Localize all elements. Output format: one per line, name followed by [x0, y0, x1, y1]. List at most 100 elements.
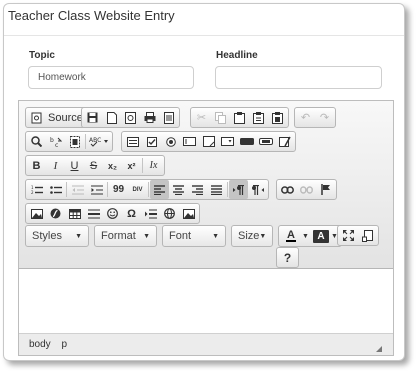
links-group	[276, 179, 337, 200]
underline-button[interactable]: U	[65, 156, 84, 175]
button-icon[interactable]	[237, 132, 256, 151]
document-group: Source	[25, 107, 89, 128]
italic-button[interactable]: I	[46, 156, 65, 175]
image-button-icon[interactable]	[256, 132, 275, 151]
remove-format-button[interactable]: Ix	[144, 156, 163, 175]
paste-text-icon[interactable]	[249, 108, 268, 127]
headline-input[interactable]	[215, 66, 382, 89]
styles-dropdown-label: Styles	[32, 230, 62, 242]
svg-text:c: c	[55, 142, 58, 148]
size-dropdown[interactable]: Size ▼	[231, 225, 273, 247]
tools-group	[337, 225, 379, 246]
colors-group: A ▼ A ▼	[278, 225, 342, 247]
font-dropdown[interactable]: Font ▼	[162, 225, 226, 247]
subscript-button[interactable]: x₂	[103, 156, 122, 175]
chevron-down-icon: ▼	[259, 232, 267, 240]
help-button[interactable]: ?	[278, 248, 297, 267]
flash-icon[interactable]	[46, 204, 65, 223]
link-icon[interactable]	[278, 180, 297, 199]
iframe-icon[interactable]	[160, 204, 179, 223]
rtl-icon[interactable]	[248, 180, 267, 199]
find-group: bc ABC	[25, 131, 113, 152]
bulleted-list-icon[interactable]	[46, 180, 65, 199]
editor-toolbar: Source ✂ ↶ ↷ b c ABC B I U S x₂ x² Ix 1 …	[19, 101, 393, 269]
ltr-icon[interactable]	[229, 180, 248, 199]
undo-icon[interactable]: ↶	[296, 108, 315, 127]
image-icon[interactable]	[27, 204, 46, 223]
outdent-icon[interactable]	[68, 180, 87, 199]
text-color-label: A	[287, 229, 295, 241]
unlink-icon[interactable]	[297, 180, 316, 199]
numbered-list-icon[interactable]: 12	[27, 180, 46, 199]
headline-label: Headline	[216, 50, 258, 61]
radio-icon[interactable]	[161, 132, 180, 151]
align-center-icon[interactable]	[169, 180, 188, 199]
dialog-title: Teacher Class Website Entry	[4, 4, 404, 36]
paste-word-icon[interactable]	[268, 108, 287, 127]
help-group: ?	[276, 247, 299, 268]
copy-icon[interactable]	[211, 108, 230, 127]
hidden-field-icon[interactable]	[275, 132, 294, 151]
bg-color-button[interactable]: A	[312, 229, 329, 243]
table-icon[interactable]	[65, 204, 84, 223]
svg-text:2: 2	[31, 190, 34, 195]
select-all-icon[interactable]	[65, 132, 84, 151]
creatediv-button[interactable]: DIV	[128, 180, 147, 199]
textfield-icon[interactable]	[180, 132, 199, 151]
source-icon[interactable]	[27, 108, 46, 127]
topic-input[interactable]	[28, 66, 194, 89]
cut-icon[interactable]: ✂	[192, 108, 211, 127]
templates-icon[interactable]	[159, 108, 178, 127]
replace-icon[interactable]: bc	[46, 132, 65, 151]
indent-icon[interactable]	[87, 180, 106, 199]
chevron-down-icon: ▼	[143, 232, 150, 240]
element-path-p[interactable]: p	[61, 339, 67, 350]
save-icon[interactable]	[83, 108, 102, 127]
smiley-icon[interactable]	[103, 204, 122, 223]
show-blocks-icon[interactable]	[358, 226, 377, 245]
svg-text:ABC: ABC	[89, 137, 101, 144]
clipboard-group: ✂	[190, 107, 289, 128]
align-left-icon[interactable]	[150, 180, 169, 199]
spellcheck-icon[interactable]: ABC	[87, 132, 111, 151]
undo-group: ↶ ↷	[294, 107, 336, 128]
resize-handle-icon[interactable]	[376, 346, 382, 352]
preview-icon[interactable]	[121, 108, 140, 127]
checkbox-icon[interactable]	[142, 132, 161, 151]
strike-button[interactable]: S	[84, 156, 103, 175]
special-char-button[interactable]: Ω	[122, 204, 141, 223]
basic-styles-group: B I U S x₂ x² Ix	[25, 155, 165, 176]
bold-button[interactable]: B	[27, 156, 46, 175]
image-2-icon[interactable]	[179, 204, 198, 223]
format-dropdown[interactable]: Format ▼	[94, 225, 157, 247]
editor-content-area[interactable]	[19, 269, 393, 333]
justify-icon[interactable]	[207, 180, 226, 199]
svg-text:b: b	[50, 137, 54, 144]
blockquote-button[interactable]: 99	[109, 180, 128, 199]
textarea-icon[interactable]	[199, 132, 218, 151]
print-icon[interactable]	[140, 108, 159, 127]
source-button[interactable]: Source	[48, 112, 83, 124]
redo-icon[interactable]: ↷	[315, 108, 334, 127]
font-dropdown-label: Font	[169, 230, 192, 242]
editor-statusbar: body p	[19, 333, 393, 355]
maximize-icon[interactable]	[339, 226, 358, 245]
new-page-icon[interactable]	[102, 108, 121, 127]
select-icon[interactable]	[218, 132, 237, 151]
paste-icon[interactable]	[230, 108, 249, 127]
form-icon[interactable]	[123, 132, 142, 151]
find-icon[interactable]	[27, 132, 46, 151]
styles-dropdown[interactable]: Styles ▼	[25, 225, 89, 247]
entry-dialog: Teacher Class Website Entry Topic Headli…	[3, 3, 405, 361]
element-path-body[interactable]: body	[29, 339, 51, 350]
topic-label: Topic	[29, 50, 55, 61]
page-break-icon[interactable]	[141, 204, 160, 223]
superscript-button[interactable]: x²	[122, 156, 141, 175]
rich-text-editor: Source ✂ ↶ ↷ b c ABC B I U S x₂ x² Ix 1 …	[18, 100, 394, 356]
anchor-icon[interactable]	[316, 180, 335, 199]
paragraph-group: 12 99 DIV	[25, 179, 269, 200]
align-right-icon[interactable]	[188, 180, 207, 199]
size-dropdown-label: Size	[238, 230, 260, 242]
horizontal-rule-icon[interactable]	[84, 204, 103, 223]
text-color-button[interactable]: A	[280, 227, 302, 246]
